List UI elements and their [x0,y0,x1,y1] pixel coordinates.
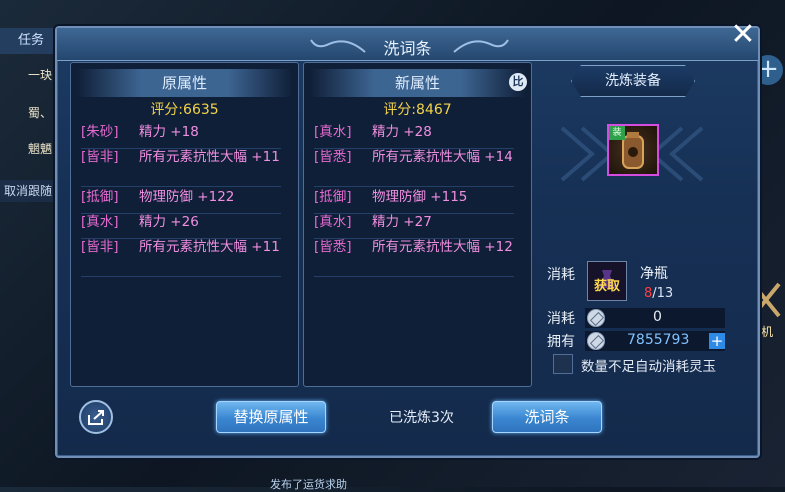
team-member[interactable]: 一玦 [0,62,58,88]
attr-row: [朱砂] 精力 +18 [81,124,281,149]
equip-title: 洗炼装备 [571,65,695,97]
attr-row: [皆非] 所有元素抗性大幅 +11 [81,239,281,277]
attr-row: [真水] 精力 +27 [314,214,514,239]
new-score: 评分:8467 [383,102,452,118]
original-header: 原属性 [77,69,292,97]
new-header: 新属性 [310,69,525,97]
attr-row: [抵御] 物理防御 +122 [81,189,281,214]
coin-icon [587,309,605,327]
original-score: 评分:6635 [150,102,219,118]
material-name: 净瓶 [640,266,668,282]
cost-label: 消耗 [547,311,575,327]
attr-row: [真水] 精力 +26 [81,214,281,239]
get-material-button[interactable]: 获取 [587,275,627,294]
material-count: 8/13 [644,286,674,301]
auto-consume-checkbox[interactable] [553,354,573,374]
team-member[interactable]: 魍魉 [0,136,58,162]
own-label: 拥有 [547,334,575,350]
close-icon[interactable]: ✕ [727,20,759,52]
new-attributes-panel: 新属性 比 评分:8467 [真水] 精力 +28 [皆悉] 所有元素抗性大幅 +1… [303,62,532,387]
compare-button[interactable]: 比 [509,73,527,91]
equip-badge: 装 [609,126,625,140]
wash-affix-dialog: 洗词条 原属性 评分:6635 [朱砂] 精力 +18 [皆非] 所有元素抗性大幅 … [55,26,760,458]
attr-row: [皆悉] 所有元素抗性大幅 +14 [314,149,514,187]
attr-row: [皆非] 所有元素抗性大幅 +11 [81,149,281,187]
replace-original-button[interactable]: 替换原属性 [216,401,326,433]
team-member[interactable]: 蜀、 [0,100,58,126]
original-attributes-panel: 原属性 评分:6635 [朱砂] 精力 +18 [皆非] 所有元素抗性大幅 +11 … [70,62,299,387]
add-currency-button[interactable]: + [709,333,725,349]
auto-consume-label: 数量不足自动消耗灵玉 [581,359,716,375]
share-icon [88,410,104,425]
material-consume-label: 消耗 [547,267,575,283]
wash-affix-button[interactable]: 洗词条 [492,401,602,433]
cancel-follow-button[interactable]: 取消跟随 [0,180,60,202]
attr-row: [真水] 精力 +28 [314,124,514,149]
attr-row: [皆悉] 所有元素抗性大幅 +12 [314,239,514,277]
wash-count: 已洗炼3次 [389,410,454,426]
attr-row: [抵御] 物理防御 +115 [314,189,514,214]
task-tab[interactable]: 任务 [0,28,56,54]
coin-icon [587,332,605,350]
share-button[interactable] [79,400,113,434]
title-bar: 洗词条 [57,28,758,61]
cost-value: 0 [653,309,662,325]
own-value: 7855793 [627,332,690,348]
title-ornament-right-icon [453,39,509,53]
chat-line: 发布了运货求助 [270,478,347,491]
dialog-title: 洗词条 [383,39,432,58]
